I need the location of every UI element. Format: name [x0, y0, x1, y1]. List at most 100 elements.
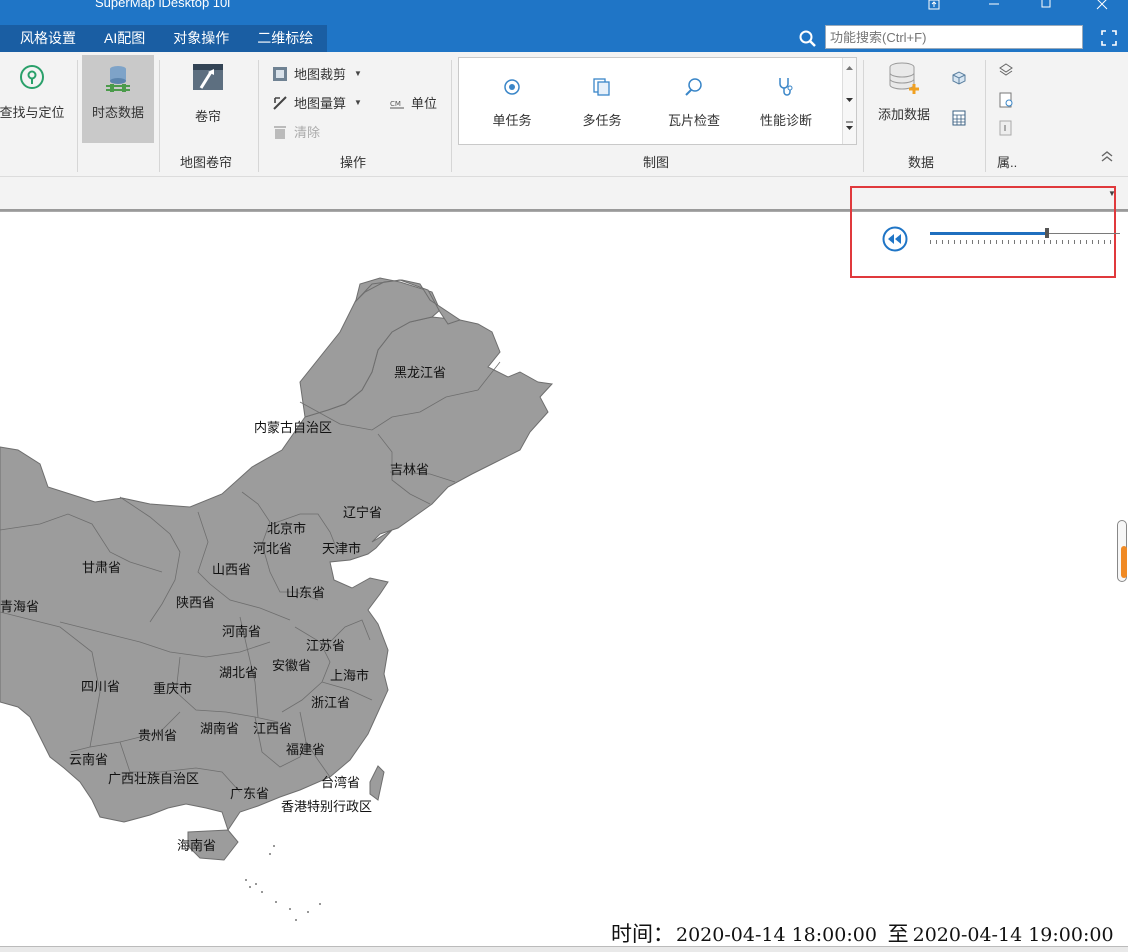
- performance-diagnosis-button[interactable]: 性能诊断: [751, 76, 821, 129]
- province-label: 山东省: [286, 586, 326, 601]
- time-range-label: 时间： 2020-04-14 18:00:00 至 2020-04-14 19:00…: [611, 918, 1114, 948]
- performance-diagnosis-label: 性能诊断: [759, 113, 812, 128]
- province-label: 青海省: [0, 600, 40, 615]
- clip-map-label: 地图裁剪: [294, 67, 347, 82]
- province-label: 北京市: [267, 522, 307, 537]
- layers-icon: [999, 63, 1013, 76]
- province-label: 四川省: [81, 680, 121, 695]
- data-tool-button[interactable]: [951, 70, 973, 86]
- multi-task-button[interactable]: 多任务: [567, 76, 637, 129]
- svg-text:CM: CM: [390, 100, 401, 108]
- time-slider-thumb[interactable]: [1045, 228, 1049, 238]
- data-table-button[interactable]: [951, 110, 973, 126]
- restore-up-icon[interactable]: [924, 0, 944, 11]
- collapse-ribbon-icon[interactable]: [1100, 150, 1114, 165]
- single-task-button[interactable]: 单任务: [477, 76, 547, 129]
- dataset-cube-icon: [952, 71, 966, 85]
- ribbon-tabs: 风格设置 AI配图 对象操作 二维标绘: [0, 25, 328, 52]
- time-to: 至: [887, 922, 909, 946]
- close-icon[interactable]: [1092, 0, 1112, 11]
- search-icon[interactable]: [798, 29, 818, 47]
- info-doc-icon: [999, 120, 1012, 136]
- clip-map-button[interactable]: 地图裁剪 ▼: [272, 64, 362, 83]
- layers-button[interactable]: [998, 62, 1020, 78]
- province-label: 湖南省: [200, 722, 240, 737]
- group-label-swipe: 地图卷帘: [180, 155, 233, 170]
- map-view[interactable]: 黑龙江省 内蒙古自治区 吉林省 辽宁省 北京市 河北省 天津市 甘肃省 山西省 …: [0, 211, 1128, 947]
- add-data-label: 添加数据: [877, 107, 930, 122]
- tile-check-button[interactable]: 瓦片检查: [659, 76, 729, 129]
- unit-button[interactable]: CM 单位: [389, 93, 437, 112]
- time-end: 2020-04-14 19:00:00: [912, 924, 1114, 946]
- group-label-cartography: 制图: [643, 155, 670, 170]
- chevron-down-icon[interactable]: ▼: [1108, 189, 1116, 198]
- measure-map-label: 地图量算: [294, 96, 347, 111]
- measure-map-button[interactable]: 地图量算 ▼: [272, 93, 362, 112]
- temporal-database-icon: [106, 66, 130, 92]
- ribbon-divider: [863, 60, 864, 172]
- scrollbar-accent: [1121, 546, 1127, 578]
- swipe-curtain-icon: [193, 64, 223, 90]
- province-label: 海南省: [177, 839, 217, 854]
- tile-check-label: 瓦片检查: [667, 113, 720, 128]
- tile-check-icon: [685, 78, 702, 96]
- province-label: 内蒙古自治区: [254, 421, 333, 436]
- tab-ai-mapping[interactable]: AI配图: [90, 25, 159, 52]
- temporal-data-label: 时态数据: [91, 105, 144, 120]
- function-search-input[interactable]: [825, 25, 1083, 49]
- map-property-button[interactable]: [998, 92, 1020, 108]
- minimize-icon[interactable]: [984, 0, 1004, 11]
- province-label: 甘肃省: [82, 561, 122, 576]
- province-label: 河北省: [253, 542, 293, 557]
- ribbon-divider: [258, 60, 259, 172]
- province-label: 广西壮族自治区: [108, 772, 200, 787]
- clear-button[interactable]: 清除: [272, 122, 320, 141]
- table-icon: [952, 110, 966, 126]
- province-label: 云南省: [69, 753, 109, 768]
- rewind-icon: [882, 226, 908, 252]
- ribbon-divider: [451, 60, 452, 172]
- time-slider-track[interactable]: [1048, 233, 1120, 234]
- add-data-button[interactable]: 添加数据: [868, 60, 940, 123]
- stethoscope-icon: [779, 78, 793, 96]
- swipe-button[interactable]: 卷帘: [172, 62, 244, 125]
- multi-task-icon: [593, 78, 610, 96]
- province-label: 台湾省: [321, 776, 361, 791]
- chevron-down-icon: ▼: [354, 69, 362, 78]
- province-label: 山西省: [212, 563, 252, 578]
- multi-task-label: 多任务: [582, 113, 622, 128]
- ribbon: 查找与定位 时态数据 卷帘 地图卷帘 地图裁剪 ▼ 地图量算 ▼ CM 单位 清除 …: [0, 52, 1128, 177]
- tab-style-settings[interactable]: 风格设置: [0, 25, 90, 52]
- group-label-truncated: 属..: [997, 155, 1018, 170]
- unit-cm-icon: CM: [390, 100, 404, 108]
- map-property-icon: [999, 92, 1013, 108]
- property-disabled-button[interactable]: [998, 120, 1020, 136]
- province-label: 广东省: [230, 787, 270, 802]
- province-label: 辽宁省: [343, 506, 383, 521]
- time-slider-progress[interactable]: [930, 232, 1048, 235]
- ribbon-divider: [77, 60, 78, 172]
- window-title: SuperMap iDesktop 10i: [95, 0, 231, 10]
- ribbon-divider: [985, 60, 986, 172]
- group-label-operation: 操作: [340, 155, 367, 170]
- status-bar: [0, 946, 1128, 952]
- south-china-sea-islands: [245, 845, 321, 921]
- menu-bar: 风格设置 AI配图 对象操作 二维标绘: [0, 25, 1128, 52]
- tab-object-operations[interactable]: 对象操作: [159, 25, 243, 52]
- locate-pin-icon: [20, 65, 44, 89]
- gallery-scroll[interactable]: [842, 58, 856, 144]
- province-label: 江苏省: [306, 639, 346, 654]
- province-label: 黑龙江省: [394, 366, 447, 381]
- province-label: 河南省: [222, 625, 262, 640]
- province-label: 贵州省: [138, 729, 178, 744]
- ribbon-divider: [159, 60, 160, 172]
- rewind-button[interactable]: [882, 226, 908, 252]
- maximize-icon[interactable]: [1036, 0, 1056, 11]
- province-label: 湖北省: [219, 666, 259, 681]
- tab-2d-plotting[interactable]: 二维标绘: [243, 25, 327, 52]
- gallery-scroll-arrows-icon: [846, 66, 853, 130]
- temporal-data-button[interactable]: 时态数据: [82, 55, 154, 143]
- fullscreen-icon[interactable]: [1100, 29, 1118, 47]
- find-locate-button[interactable]: 查找与定位: [0, 62, 68, 121]
- trash-icon: [274, 125, 286, 139]
